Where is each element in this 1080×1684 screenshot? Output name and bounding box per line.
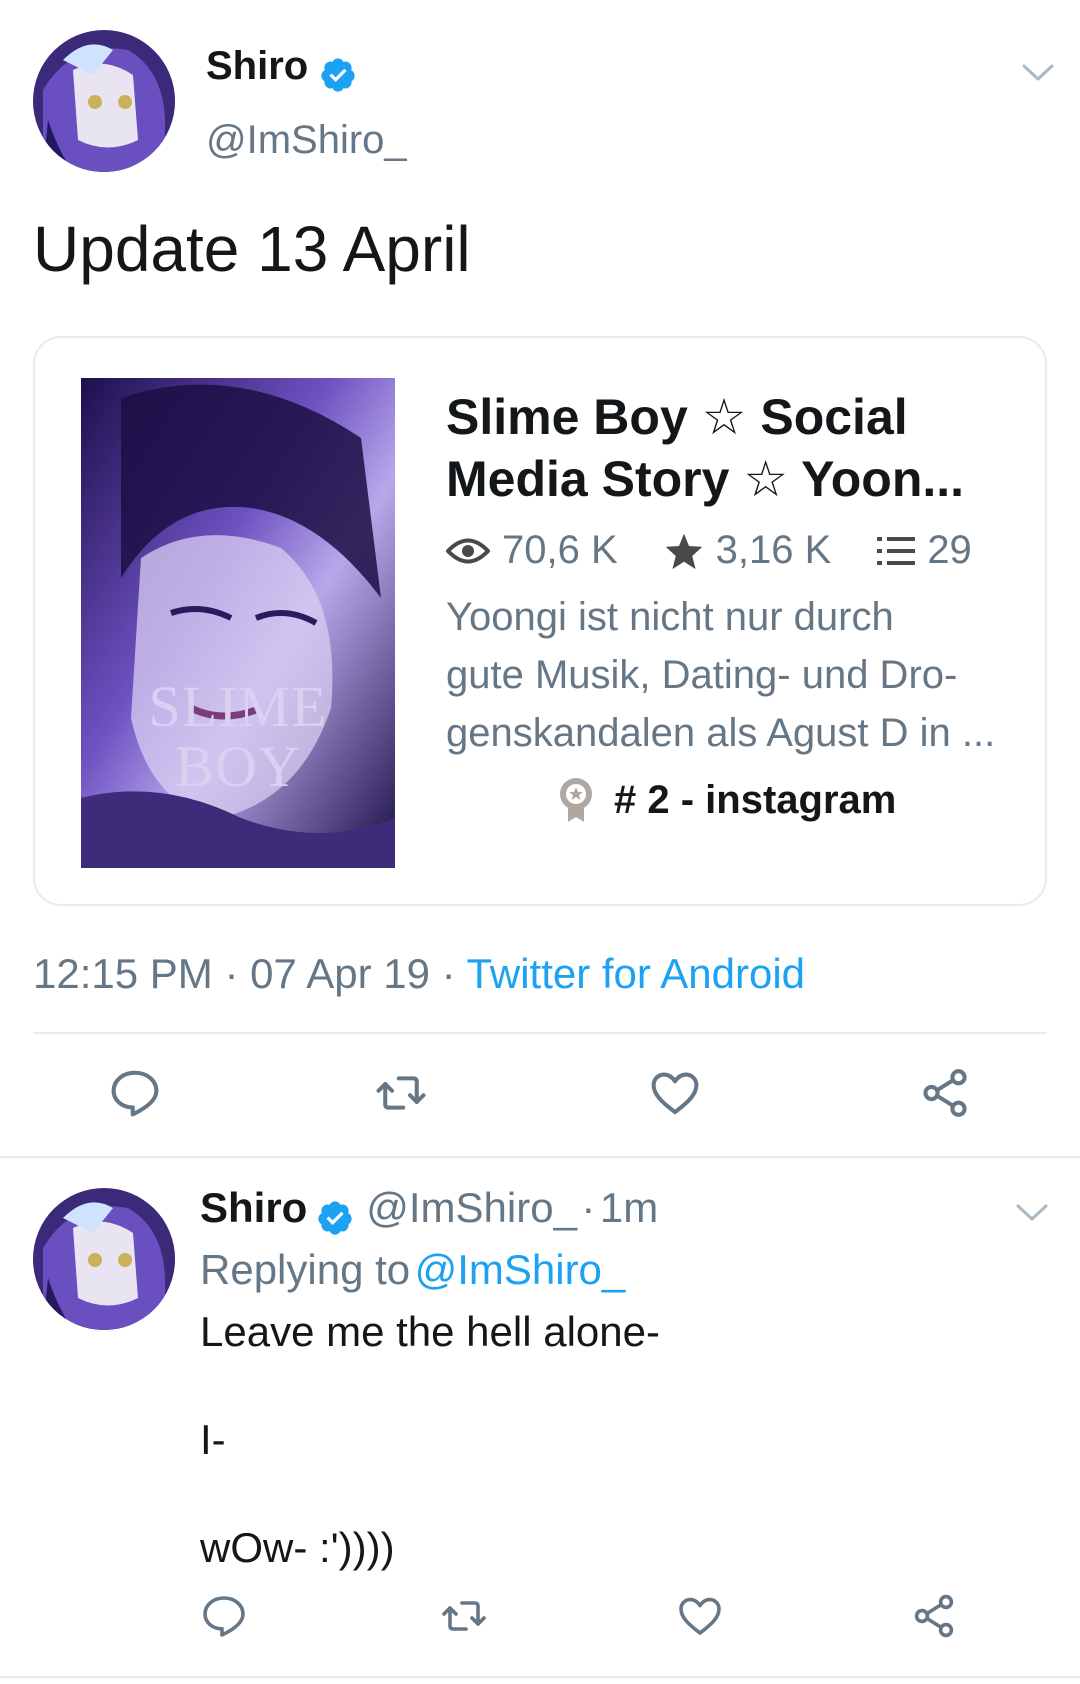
- author-name-row: Shiro: [206, 44, 357, 94]
- story-title-line2: Media Story ☆ Yoon...: [446, 451, 965, 507]
- share-icon: [914, 1594, 954, 1638]
- story-description-line2: gute Musik, Dating- und Dro-: [446, 653, 958, 697]
- eye-icon: [446, 538, 490, 563]
- replying-label: Replying to: [200, 1246, 411, 1293]
- story-description-line3: genskandalen als Agust D in ...: [446, 711, 996, 755]
- story-stats: 70,6 K 3,16 K 29: [446, 528, 1006, 573]
- story-description-line1: Yoongi ist nicht nur durch: [446, 595, 894, 639]
- reply-header: Shiro @ImShiro_ · 1m: [200, 1184, 658, 1237]
- author-handle[interactable]: @ImShiro_: [206, 118, 407, 163]
- star-icon: [665, 533, 702, 569]
- reads-stat: 70,6 K: [446, 528, 618, 573]
- reply-icon: [203, 1596, 245, 1637]
- cover-title-line2: BOY: [175, 734, 301, 799]
- meta-separator-2: ·: [441, 950, 456, 997]
- reply-icon: [111, 1070, 159, 1117]
- reply-author-avatar[interactable]: [33, 1188, 175, 1330]
- reply-text-line1: Leave me the hell alone-: [200, 1308, 660, 1355]
- divider: [33, 1032, 1047, 1034]
- verified-icon: [321, 58, 355, 92]
- author-avatar[interactable]: [33, 30, 175, 172]
- reads-count: 70,6 K: [502, 528, 618, 572]
- meta-separator-1: ·: [224, 950, 239, 997]
- tweet-meta: 12:15 PM · 07 Apr 19 · Twitter for Andro…: [33, 950, 805, 998]
- retweet-icon: [442, 1601, 486, 1631]
- reply-separator: ·: [581, 1184, 596, 1231]
- author-name[interactable]: Shiro: [206, 44, 308, 88]
- share-icon: [923, 1069, 967, 1117]
- like-icon: [679, 1597, 721, 1635]
- story-rank: # 2 - instagram: [556, 776, 896, 824]
- parts-stat: 29: [877, 528, 972, 573]
- reply-text-line2: I-: [200, 1416, 226, 1463]
- reply-author-handle[interactable]: @ImShiro_: [366, 1184, 577, 1231]
- like-icon: [651, 1072, 699, 1115]
- chevron-down-icon[interactable]: [1020, 60, 1056, 84]
- replying-handle-link[interactable]: @ImShiro_: [415, 1246, 626, 1293]
- tweet-date: 07 Apr 19: [250, 950, 430, 997]
- tweet-text: Update 13 April: [33, 213, 471, 285]
- cover-title-line1: SLIME: [148, 674, 328, 739]
- share-button[interactable]: [910, 1592, 958, 1640]
- list-icon: [877, 536, 916, 565]
- reply-time-ago: 1m: [599, 1184, 659, 1231]
- replying-to: Replying to @ImShiro_: [200, 1246, 625, 1294]
- tweet-time: 12:15 PM: [33, 950, 213, 997]
- parts-count: 29: [927, 528, 972, 572]
- retweet-button[interactable]: [440, 1592, 488, 1640]
- rank-text: # 2 - instagram: [614, 777, 897, 822]
- like-button[interactable]: [676, 1592, 724, 1640]
- reply-author-name[interactable]: Shiro: [200, 1184, 307, 1231]
- story-cover-image[interactable]: SLIME BOY: [81, 378, 395, 868]
- share-button[interactable]: [918, 1066, 972, 1120]
- votes-count: 3,16 K: [715, 528, 832, 572]
- like-button[interactable]: [648, 1066, 702, 1120]
- story-title-line1: Slime Boy ☆ Social: [446, 389, 908, 445]
- story-description: Yoongi ist nicht nur durch gute Musik, D…: [446, 588, 1026, 762]
- reply-button[interactable]: [108, 1066, 162, 1120]
- reply-text-line3: wOw- :')))): [200, 1524, 395, 1571]
- chevron-down-icon[interactable]: [1014, 1200, 1050, 1224]
- reply-button[interactable]: [200, 1592, 248, 1640]
- retweet-button[interactable]: [374, 1066, 428, 1120]
- divider: [0, 1156, 1080, 1158]
- story-title[interactable]: Slime Boy ☆ Social Media Story ☆ Yoon...: [446, 386, 1026, 510]
- verified-icon: [318, 1201, 352, 1235]
- badge-icon: [560, 778, 592, 822]
- votes-stat: 3,16 K: [664, 528, 832, 573]
- retweet-icon: [376, 1076, 426, 1110]
- divider: [0, 1676, 1080, 1678]
- tweet-source-link[interactable]: Twitter for Android: [467, 950, 805, 997]
